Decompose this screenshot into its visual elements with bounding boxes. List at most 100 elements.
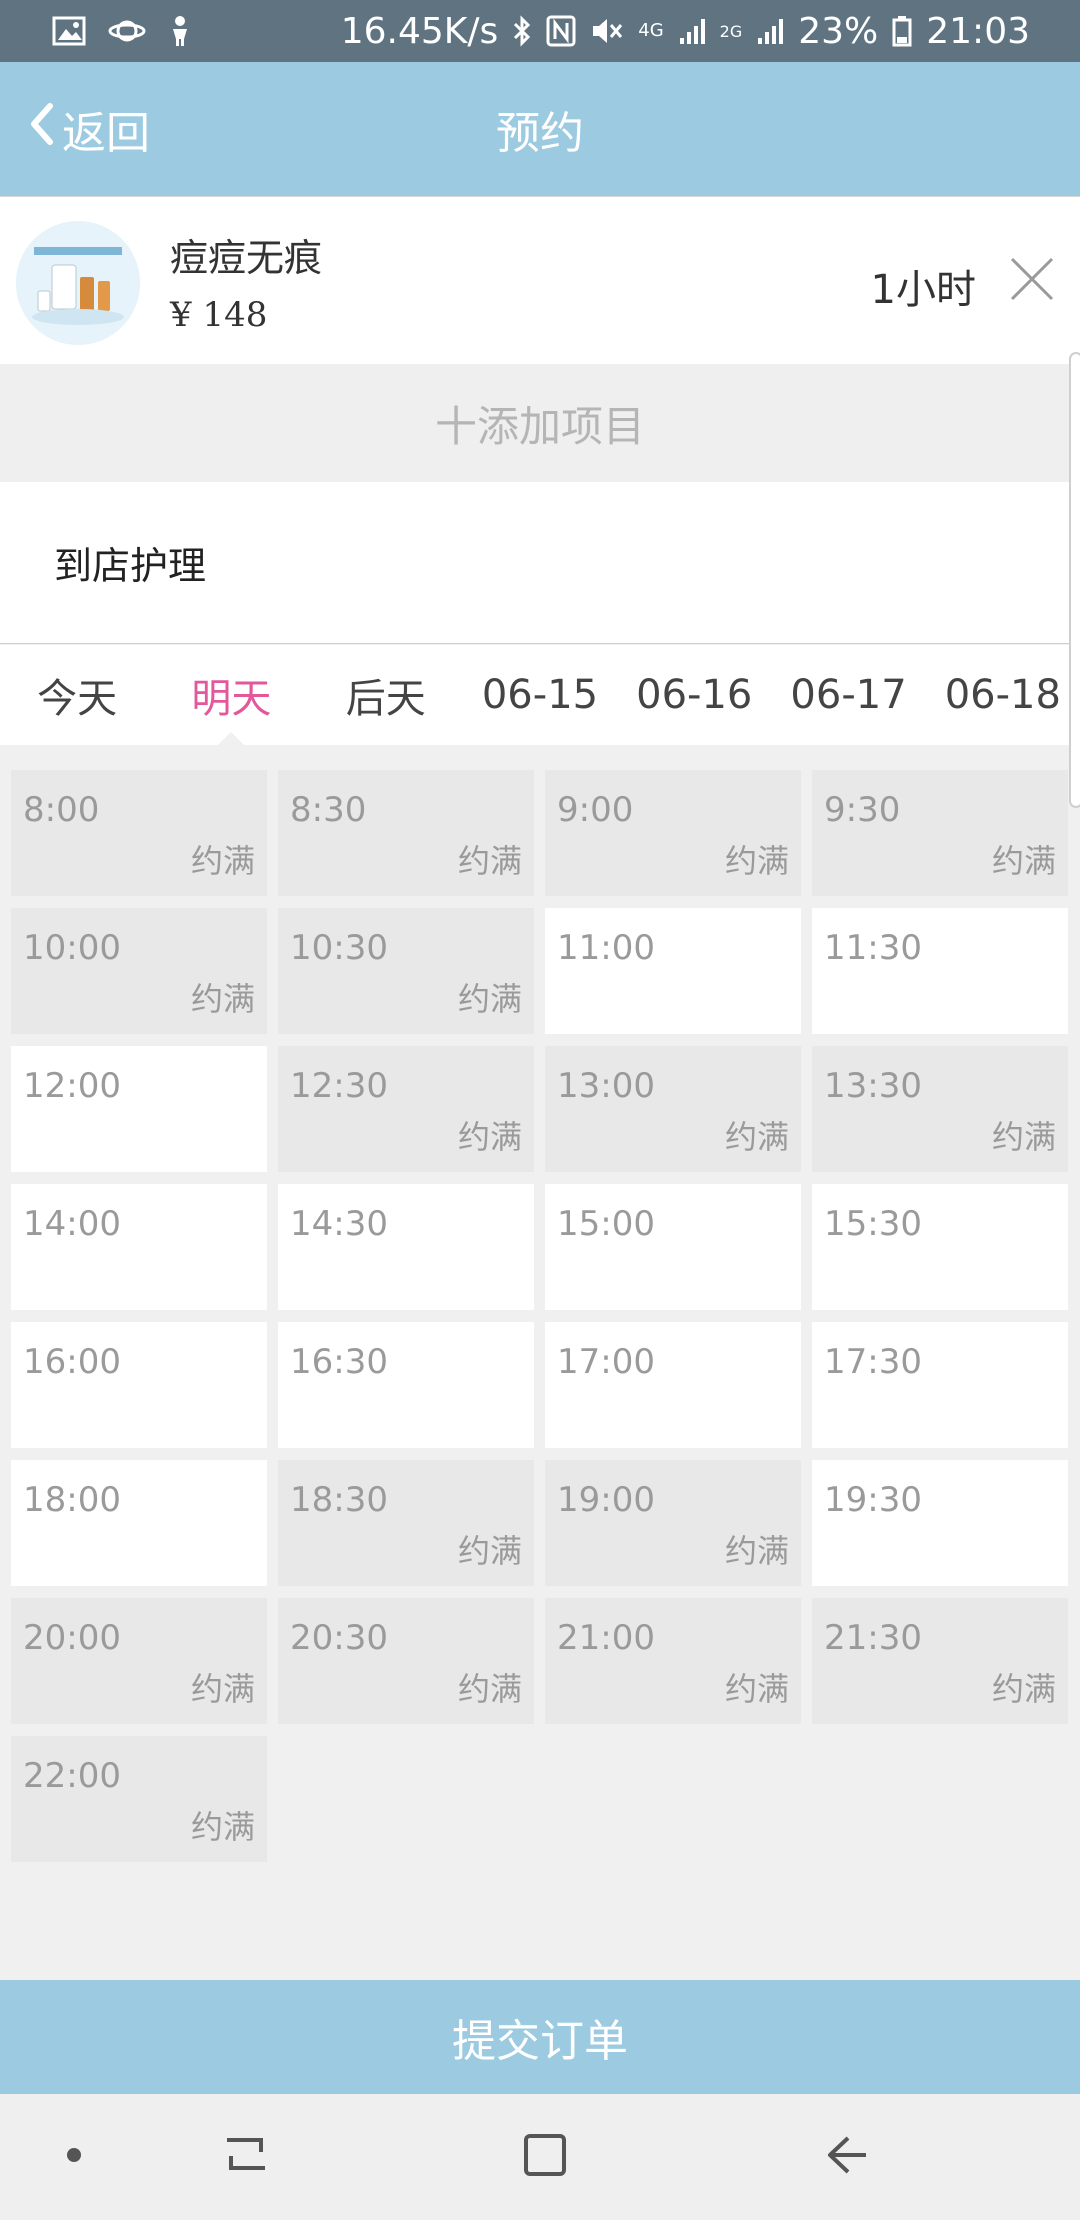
- time-slot[interactable]: 18:30 约满: [278, 1460, 534, 1586]
- date-tab[interactable]: 06-15: [463, 645, 617, 745]
- slot-status: 约满: [724, 1118, 789, 1156]
- time-slot-grid: 8:00 约满 8:30 约满 9:00 约满 9:30 约满 10:00 约满 10:30 约满 11…: [11, 770, 1069, 1862]
- network-type2-label: 2G: [719, 21, 743, 41]
- date-tab[interactable]: 明天: [154, 645, 308, 746]
- slot-time: 15:30: [824, 1204, 922, 1244]
- nav-back-button[interactable]: [800, 2094, 890, 2220]
- time-slot[interactable]: 11:00: [545, 908, 801, 1034]
- slot-time: 12:30: [290, 1066, 388, 1106]
- item-duration: 1小时: [870, 267, 976, 313]
- slot-time: 22:00: [23, 1756, 121, 1796]
- time-slot[interactable]: 16:30: [278, 1322, 534, 1448]
- slot-time: 12:00: [23, 1066, 121, 1106]
- slot-time: 18:00: [23, 1480, 121, 1520]
- mute-icon: [590, 15, 624, 47]
- slot-time: 20:30: [290, 1618, 388, 1658]
- slot-time: 16:00: [23, 1342, 121, 1382]
- date-tab[interactable]: 后天: [309, 645, 463, 745]
- remove-item-button[interactable]: [1006, 253, 1058, 305]
- slot-time: 19:30: [824, 1480, 922, 1520]
- battery-icon: [892, 15, 912, 47]
- slot-time: 14:30: [290, 1204, 388, 1244]
- add-project-button[interactable]: 十添加项目: [0, 364, 1080, 482]
- slot-time: 9:00: [557, 790, 634, 830]
- slot-time: 8:00: [23, 790, 100, 830]
- app-header: 返回 预约: [0, 62, 1080, 196]
- time-slot[interactable]: 20:30 约满: [278, 1598, 534, 1724]
- recent-apps-button[interactable]: [206, 2094, 286, 2220]
- time-slot[interactable]: 22:00 约满: [11, 1736, 267, 1862]
- time-slot[interactable]: 10:00 约满: [11, 908, 267, 1034]
- slot-time: 19:00: [557, 1480, 655, 1520]
- time-slot[interactable]: 8:00 约满: [11, 770, 267, 896]
- close-icon: [1006, 257, 1058, 309]
- slot-time: 13:00: [557, 1066, 655, 1106]
- submit-order-button[interactable]: 提交订单: [0, 1980, 1080, 2094]
- time-slot[interactable]: 10:30 约满: [278, 908, 534, 1034]
- planet-icon: [108, 16, 146, 46]
- time-slot[interactable]: 13:30 约满: [812, 1046, 1068, 1172]
- slot-status: 约满: [190, 980, 255, 1018]
- slot-status: 约满: [724, 1670, 789, 1708]
- slot-time: 21:00: [557, 1618, 655, 1658]
- slot-time: 17:30: [824, 1342, 922, 1382]
- date-tab[interactable]: 今天: [0, 645, 154, 745]
- time-slot[interactable]: 12:30 约满: [278, 1046, 534, 1172]
- slot-status: 约满: [991, 1670, 1056, 1708]
- slot-time: 20:00: [23, 1618, 121, 1658]
- time-slot[interactable]: 21:30 约满: [812, 1598, 1068, 1724]
- time-slot[interactable]: 19:00 约满: [545, 1460, 801, 1586]
- time-slot[interactable]: 13:00 约满: [545, 1046, 801, 1172]
- slot-status: 约满: [457, 1118, 522, 1156]
- time-slot[interactable]: 12:00: [11, 1046, 267, 1172]
- service-item-card: 痘痘无痕 ¥ 148 1小时: [0, 196, 1080, 364]
- slot-time: 15:00: [557, 1204, 655, 1244]
- back-button[interactable]: 返回: [26, 62, 150, 196]
- time-slot[interactable]: 17:30: [812, 1322, 1068, 1448]
- slot-time: 14:00: [23, 1204, 121, 1244]
- time-slot[interactable]: 11:30: [812, 908, 1068, 1034]
- slot-time: 10:30: [290, 928, 388, 968]
- item-thumbnail: [16, 221, 140, 345]
- signal-icon: [756, 16, 784, 46]
- item-price: ¥ 148: [170, 295, 268, 335]
- scroll-indicator[interactable]: [1069, 352, 1080, 808]
- time-slot[interactable]: 14:30: [278, 1184, 534, 1310]
- date-tabs: 今天 明天 后天 06-15 06-16 06-17 06-18: [0, 645, 1080, 746]
- time-slot[interactable]: 9:00 约满: [545, 770, 801, 896]
- status-bar-notifications: [52, 15, 192, 47]
- time-slot[interactable]: 17:00: [545, 1322, 801, 1448]
- slot-time: 21:30: [824, 1618, 922, 1658]
- slot-time: 17:00: [557, 1342, 655, 1382]
- time-slot[interactable]: 20:00 约满: [11, 1598, 267, 1724]
- slot-time: 10:00: [23, 928, 121, 968]
- slot-status: 约满: [991, 1118, 1056, 1156]
- page-title: 预约: [496, 108, 584, 159]
- bluetooth-icon: [512, 15, 532, 47]
- date-tab[interactable]: 06-16: [617, 645, 771, 745]
- back-label: 返回: [62, 108, 150, 159]
- slot-time: 18:30: [290, 1480, 388, 1520]
- date-tab[interactable]: 06-17: [771, 645, 925, 745]
- image-icon: [52, 16, 86, 46]
- time-slot[interactable]: 8:30 约满: [278, 770, 534, 896]
- time-slot[interactable]: 9:30 约满: [812, 770, 1068, 896]
- service-type-label: 到店护理: [0, 482, 1080, 644]
- time-slot[interactable]: 16:00: [11, 1322, 267, 1448]
- item-name: 痘痘无痕: [170, 236, 323, 280]
- slot-status: 约满: [190, 1808, 255, 1846]
- time-slot[interactable]: 21:00 约满: [545, 1598, 801, 1724]
- person-icon: [168, 15, 192, 47]
- slot-status: 约满: [457, 980, 522, 1018]
- slot-time: 9:30: [824, 790, 901, 830]
- home-button[interactable]: [500, 2094, 590, 2220]
- nav-dot-button[interactable]: [44, 2094, 104, 2220]
- time-slot[interactable]: 15:30: [812, 1184, 1068, 1310]
- time-slot[interactable]: 15:00: [545, 1184, 801, 1310]
- time-slot[interactable]: 19:30: [812, 1460, 1068, 1586]
- system-nav-bar: [0, 2094, 1080, 2220]
- time-slot[interactable]: 14:00: [11, 1184, 267, 1310]
- time-slot[interactable]: 18:00: [11, 1460, 267, 1586]
- slot-time: 13:30: [824, 1066, 922, 1106]
- date-tab[interactable]: 06-18: [926, 645, 1080, 745]
